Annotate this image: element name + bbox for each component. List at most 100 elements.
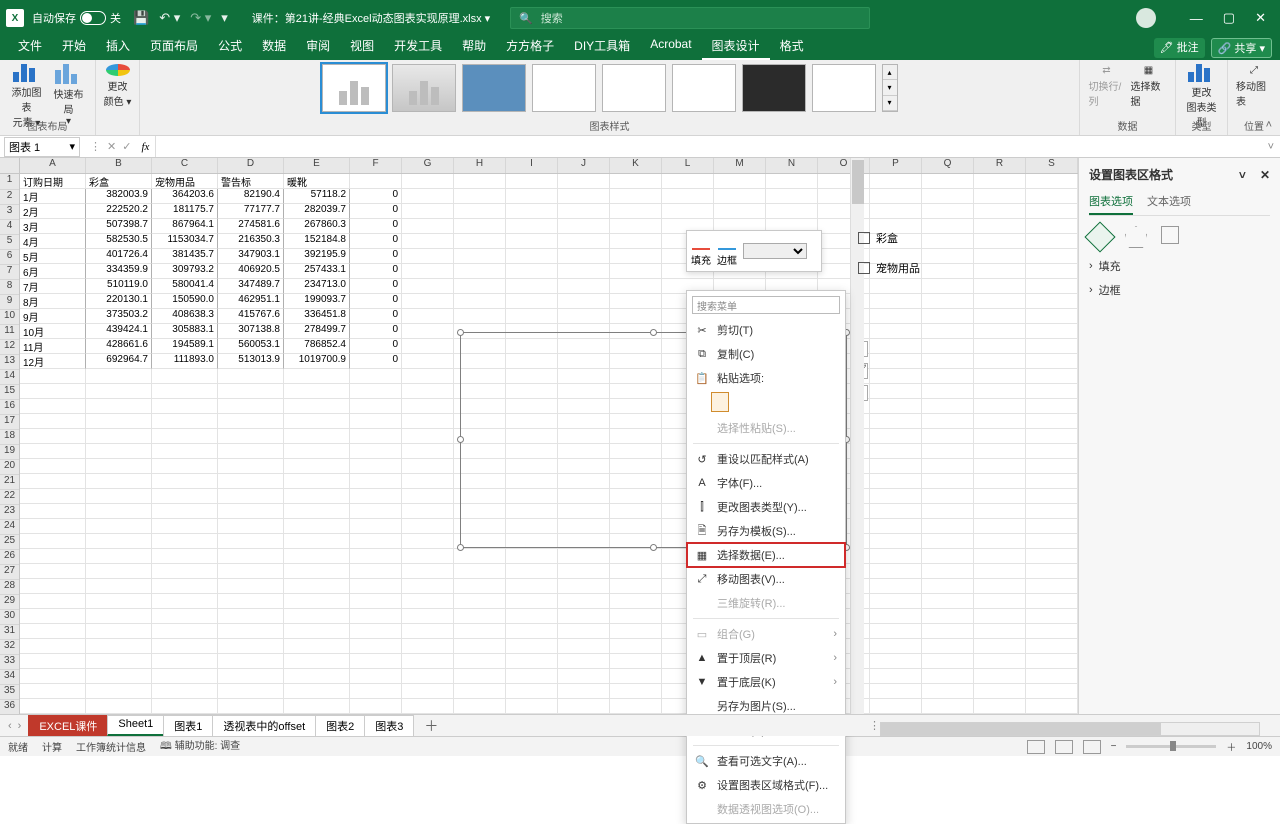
cell[interactable] — [506, 234, 558, 249]
cell[interactable] — [402, 414, 454, 429]
row-header[interactable]: 25 — [0, 535, 19, 550]
cell[interactable] — [922, 324, 974, 339]
cell[interactable] — [506, 654, 558, 669]
cell[interactable] — [152, 369, 218, 384]
cell[interactable] — [870, 444, 922, 459]
resize-handle-n[interactable] — [650, 329, 657, 336]
cell[interactable] — [454, 609, 506, 624]
cell[interactable]: 0 — [350, 219, 402, 234]
cell[interactable] — [922, 699, 974, 714]
cell[interactable] — [402, 459, 454, 474]
cell[interactable]: 6月 — [20, 264, 86, 279]
cell[interactable] — [1026, 264, 1078, 279]
cell[interactable] — [218, 384, 284, 399]
cell[interactable] — [870, 384, 922, 399]
cell[interactable] — [922, 249, 974, 264]
redo-icon[interactable]: ↷ ▾ — [190, 10, 211, 26]
cell[interactable] — [402, 504, 454, 519]
cell[interactable] — [506, 639, 558, 654]
cell[interactable] — [402, 294, 454, 309]
cell[interactable] — [870, 189, 922, 204]
quick-layout-button[interactable]: 快速布局 ▾ — [51, 64, 87, 108]
cell[interactable] — [610, 234, 662, 249]
cell[interactable]: 234713.0 — [284, 279, 350, 294]
cell[interactable] — [284, 444, 350, 459]
row-header[interactable]: 22 — [0, 490, 19, 505]
cell[interactable]: 0 — [350, 264, 402, 279]
cell[interactable] — [974, 444, 1026, 459]
pane-tab-text-options[interactable]: 文本选项 — [1147, 193, 1191, 215]
cell[interactable] — [86, 669, 152, 684]
cell[interactable] — [402, 219, 454, 234]
cell[interactable] — [870, 624, 922, 639]
row-header[interactable]: 27 — [0, 565, 19, 580]
cell[interactable] — [284, 459, 350, 474]
cell[interactable] — [610, 699, 662, 714]
cell[interactable] — [1026, 249, 1078, 264]
row-header[interactable]: 33 — [0, 655, 19, 670]
cell[interactable] — [558, 549, 610, 564]
size-props-icon[interactable] — [1161, 226, 1179, 244]
cell[interactable] — [402, 594, 454, 609]
chart-style-1[interactable] — [322, 64, 386, 112]
cell[interactable] — [454, 279, 506, 294]
cell[interactable] — [506, 609, 558, 624]
cell[interactable] — [610, 174, 662, 189]
cell[interactable] — [766, 174, 818, 189]
cell[interactable]: 307138.8 — [218, 324, 284, 339]
cell[interactable]: 580041.4 — [152, 279, 218, 294]
cell[interactable] — [402, 609, 454, 624]
row-header[interactable]: 18 — [0, 430, 19, 445]
cell[interactable] — [870, 699, 922, 714]
cell[interactable]: 194589.1 — [152, 339, 218, 354]
cell[interactable] — [402, 489, 454, 504]
cell[interactable]: 462951.1 — [218, 294, 284, 309]
cell[interactable] — [152, 579, 218, 594]
cell[interactable] — [922, 174, 974, 189]
cell[interactable] — [506, 249, 558, 264]
cell[interactable]: 439424.1 — [86, 324, 152, 339]
cell[interactable] — [558, 579, 610, 594]
cell[interactable] — [454, 549, 506, 564]
cell[interactable] — [1026, 624, 1078, 639]
cell[interactable] — [610, 669, 662, 684]
document-title[interactable]: 课件：第21讲-经典Excel动态图表实现原理.xlsx ▾ — [252, 10, 490, 26]
cell[interactable]: 309793.2 — [152, 264, 218, 279]
cell[interactable] — [402, 324, 454, 339]
menu-copy[interactable]: ⧉复制(C) — [687, 342, 845, 366]
cell[interactable] — [454, 639, 506, 654]
row-header[interactable]: 30 — [0, 610, 19, 625]
cell[interactable] — [922, 639, 974, 654]
cell[interactable] — [1026, 444, 1078, 459]
cell[interactable] — [506, 309, 558, 324]
view-page-break-button[interactable] — [1083, 740, 1101, 754]
cell[interactable]: 2月 — [20, 204, 86, 219]
status-accessibility[interactable]: 🕮 辅助功能: 调查 — [160, 737, 240, 756]
cell[interactable] — [1026, 429, 1078, 444]
cell[interactable] — [152, 654, 218, 669]
sheet-tab-Sheet1[interactable]: Sheet1 — [107, 715, 164, 736]
cell[interactable] — [284, 369, 350, 384]
ribbon-tab-格式[interactable]: 格式 — [770, 33, 814, 60]
cell[interactable]: 692964.7 — [86, 354, 152, 369]
cell[interactable] — [506, 579, 558, 594]
cell[interactable] — [152, 399, 218, 414]
save-icon[interactable]: 💾 — [133, 10, 149, 26]
cell[interactable] — [1026, 399, 1078, 414]
cell[interactable] — [922, 294, 974, 309]
cell[interactable] — [218, 594, 284, 609]
checkbox-chongwu[interactable]: 宠物用品 — [858, 260, 920, 276]
cell[interactable] — [610, 249, 662, 264]
cell[interactable] — [558, 594, 610, 609]
row-header[interactable]: 32 — [0, 640, 19, 655]
cell[interactable] — [870, 579, 922, 594]
cell[interactable] — [284, 474, 350, 489]
section-fill[interactable]: ›填充 — [1089, 258, 1270, 274]
view-normal-button[interactable] — [1027, 740, 1045, 754]
cell[interactable] — [218, 699, 284, 714]
switch-row-col-button[interactable]: ⇄ 切换行/列 — [1089, 64, 1125, 108]
cell[interactable]: 8月 — [20, 294, 86, 309]
section-line[interactable]: ›边框 — [1089, 282, 1270, 298]
cell[interactable] — [922, 594, 974, 609]
cell[interactable] — [284, 624, 350, 639]
